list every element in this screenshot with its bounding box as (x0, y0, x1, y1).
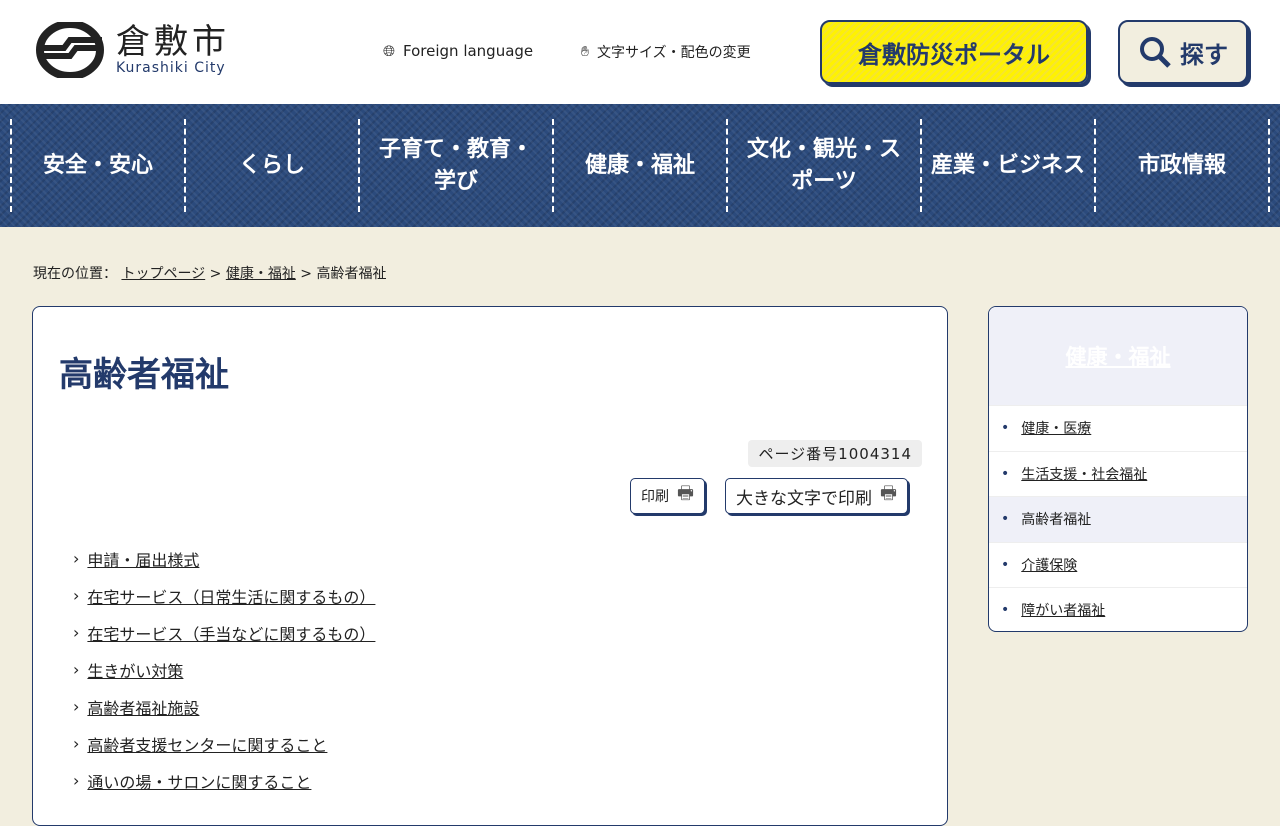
list-item: › 生きがい対策 (73, 651, 375, 688)
side-item: • 健康・医療 (989, 405, 1247, 451)
chevron-right-icon: › (73, 697, 80, 716)
list-item: › 在宅サービス（日常生活に関するもの） (73, 577, 375, 614)
globe-icon: 🌐︎ (383, 42, 396, 60)
breadcrumb-health[interactable]: 健康・福祉 (226, 266, 296, 282)
chevron-right-icon: › (73, 549, 80, 568)
side-item: • 生活支援・社会福祉 (989, 450, 1247, 497)
search-icon (1140, 37, 1171, 68)
bullet-icon: • (1001, 556, 1010, 573)
bullet-icon: • (1001, 602, 1010, 619)
foreign-language-label: Foreign language (403, 42, 534, 60)
global-nav: 安全・安心 くらし 子育て・教育・学び 健康・福祉 文化・観光・スポーツ 産業・… (0, 104, 1280, 227)
header: 倉敷市 Kurashiki City 🌐︎ Foreign language ✋︎… (0, 0, 1280, 104)
side-nav: 健康・福祉 • 健康・医療 • 生活支援・社会福祉 • 高齢者福祉 • 介護保険 • 障が… (988, 306, 1248, 632)
disaster-portal-button[interactable]: 倉敷防災ポータル (820, 20, 1088, 84)
breadcrumb-label: 現在の位置： (33, 266, 117, 282)
text-size-label: 文字サイズ・配色の変更 (596, 45, 751, 61)
nav-safety[interactable]: 安全・安心 (10, 119, 184, 212)
link[interactable]: 申請・届出様式 (87, 547, 199, 571)
list-item: › 通いの場・サロンに関すること (73, 762, 375, 799)
logo-en: Kurashiki City (116, 60, 226, 76)
city-emblem-icon (36, 22, 104, 78)
side-link[interactable]: 健康・医療 (1021, 418, 1091, 438)
print-button[interactable]: 印刷 🖶 (630, 478, 705, 514)
list-item: › 在宅サービス（手当などに関するもの） (73, 614, 375, 651)
side-link[interactable]: 介護保険 (1021, 555, 1077, 575)
nav-health[interactable]: 健康・福祉 (552, 119, 726, 212)
nav-city[interactable]: 市政情報 (1094, 119, 1270, 212)
foreign-language-link[interactable]: 🌐︎ Foreign language (383, 42, 533, 60)
nav-education[interactable]: 子育て・教育・学び (358, 119, 552, 212)
page-title: 高齢者福祉 (59, 355, 229, 395)
breadcrumb-current: 高齢者福祉 (316, 266, 387, 282)
link[interactable]: 高齢者支援センターに関すること (87, 732, 327, 756)
search-button[interactable]: 探す (1118, 20, 1248, 84)
bullet-icon: • (1001, 465, 1010, 482)
site-logo[interactable]: 倉敷市 Kurashiki City (36, 22, 230, 78)
print-large-button[interactable]: 大きな文字で印刷 🖶 (725, 478, 908, 514)
bullet-icon: • (1001, 420, 1010, 437)
side-nav-title[interactable]: 健康・福祉 (989, 307, 1247, 405)
text-size-link[interactable]: ✋︎ 文字サイズ・配色の変更 (581, 42, 751, 62)
link[interactable]: 生きがい対策 (87, 658, 183, 682)
list-item: › 高齢者福祉施設 (73, 688, 375, 725)
nav-living[interactable]: くらし (184, 119, 358, 212)
list-item: › 申請・届出様式 (73, 540, 375, 577)
hand-icon: ✋︎ (581, 44, 589, 60)
side-link: 高齢者福祉 (1021, 512, 1092, 529)
printer-icon: 🖶 (880, 483, 897, 504)
breadcrumb: 現在の位置： トップページ > 健康・福祉 > 高齢者福祉 (33, 266, 387, 282)
main-content: 高齢者福祉 ページ番号1004314 印刷 🖶 大きな文字で印刷 🖶 › 申請・届出様… (32, 306, 948, 826)
page-number: ページ番号1004314 (748, 440, 922, 467)
link[interactable]: 在宅サービス（日常生活に関するもの） (87, 584, 375, 608)
link[interactable]: 在宅サービス（手当などに関するもの） (87, 621, 375, 645)
printer-icon: 🖶 (677, 483, 694, 504)
nav-industry[interactable]: 産業・ビジネス (920, 119, 1094, 212)
search-label: 探す (1180, 40, 1228, 69)
chevron-right-icon: › (73, 771, 80, 790)
side-link[interactable]: 生活支援・社会福祉 (1021, 464, 1147, 484)
print-large-label: 大きな文字で印刷 (736, 488, 872, 509)
list-item: › 高齢者支援センターに関すること (73, 725, 375, 762)
link[interactable]: 高齢者福祉施設 (87, 695, 199, 719)
bullet-icon: • (1001, 511, 1010, 528)
side-item: • 障がい者福祉 (989, 587, 1247, 631)
logo-jp: 倉敷市 (116, 22, 230, 62)
side-item: • 介護保険 (989, 541, 1247, 588)
link[interactable]: 通いの場・サロンに関すること (87, 769, 311, 793)
print-label: 印刷 (641, 489, 669, 505)
chevron-right-icon: › (73, 734, 80, 753)
breadcrumb-top[interactable]: トップページ (121, 266, 205, 282)
chevron-right-icon: › (73, 623, 80, 642)
side-link[interactable]: 障がい者福祉 (1021, 600, 1105, 620)
side-item-current: • 高齢者福祉 (989, 496, 1247, 542)
chevron-right-icon: › (73, 586, 80, 605)
link-list: › 申請・届出様式 › 在宅サービス（日常生活に関するもの） › 在宅サービス（手当な… (73, 540, 375, 799)
chevron-right-icon: › (73, 660, 80, 679)
nav-culture[interactable]: 文化・観光・スポーツ (726, 119, 920, 212)
